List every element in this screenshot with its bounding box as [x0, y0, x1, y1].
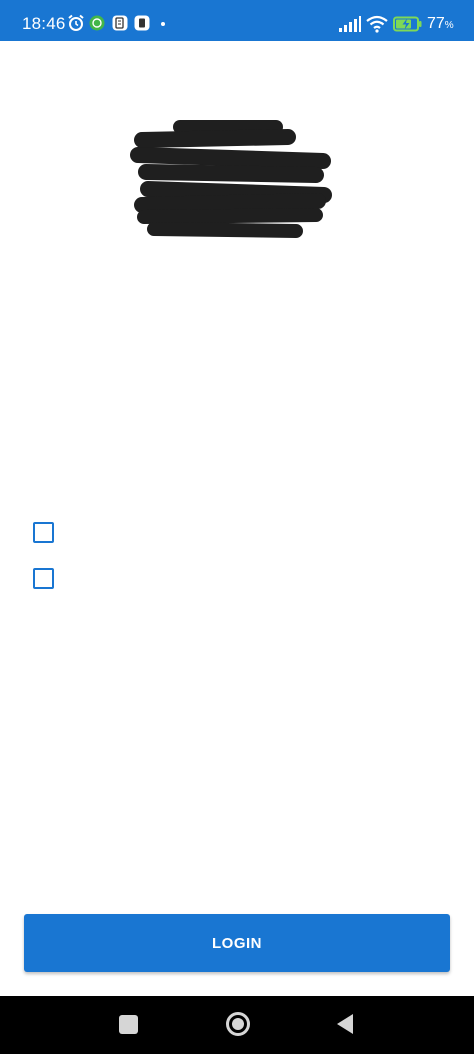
app-notification-icon: [89, 15, 105, 31]
home-icon[interactable]: [225, 1011, 251, 1037]
checkbox-2[interactable]: [33, 568, 55, 590]
signal-icon: [339, 16, 361, 32]
redacted-logo: [130, 120, 332, 238]
recents-icon[interactable]: [119, 1015, 138, 1034]
checkbox-box[interactable]: [33, 522, 54, 543]
checkbox-1[interactable]: [33, 522, 55, 544]
battery-percent: 77%: [427, 15, 454, 32]
status-bar: 18:46 77%: [0, 0, 474, 41]
status-time: 18:46: [22, 14, 66, 33]
navigation-bar: [0, 996, 474, 1054]
notification-dot: [161, 22, 165, 26]
battery-charging-icon: [393, 16, 422, 32]
alarm-icon: [68, 14, 84, 31]
app-notification-icon: [134, 15, 150, 31]
checkbox-box[interactable]: [33, 568, 54, 589]
login-button[interactable]: LOGIN: [24, 914, 450, 972]
app-notification-icon: [112, 15, 128, 31]
wifi-icon: [366, 15, 388, 33]
back-icon[interactable]: [335, 1013, 355, 1035]
